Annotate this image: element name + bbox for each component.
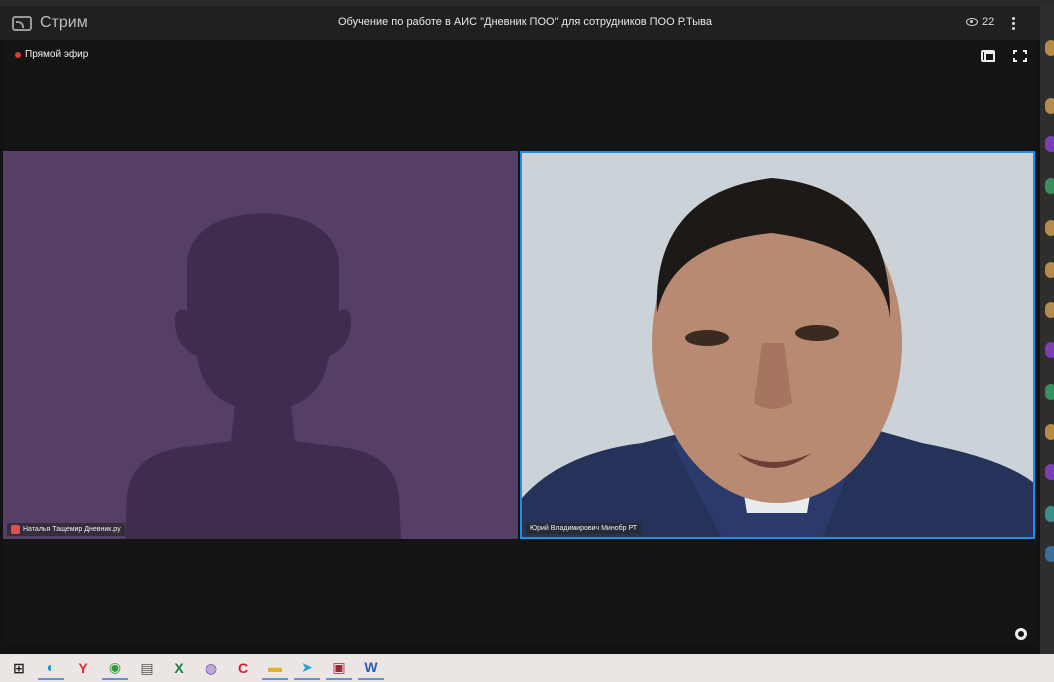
viewer-count: 22 [966,16,994,28]
avatar[interactable] [1045,220,1054,236]
windows-taskbar: ⊞ ◐ Y ◉ ▤ X ◍ C ▬ ➤ ▣ W [0,654,1054,682]
chrome-icon[interactable]: ◉ [102,656,128,680]
avatar[interactable] [1045,98,1054,114]
live-indicator: Прямой эфир [15,49,88,60]
avatar-placeholder-icon [125,213,401,539]
speaker-video [522,153,1033,537]
avatar[interactable] [1045,424,1054,440]
excel-icon[interactable]: X [166,656,192,680]
fullscreen-icon[interactable] [1013,50,1027,62]
participant-tile-placeholder[interactable]: Наталья Тащемир Дневник.ру [3,151,518,539]
picture-in-picture-icon[interactable] [981,50,995,62]
eye-icon [966,18,978,26]
video-stage: Прямой эфир Наталья Тащемир Дневник.ру Ю… [3,40,1037,644]
participants-sidebar [1040,6,1054,654]
avatar[interactable] [1045,384,1054,400]
winrar-icon[interactable]: ▣ [326,656,352,680]
stream-title: Обучение по работе в АИС "Дневник ПОО" д… [337,16,713,28]
stream-logo[interactable]: Стрим [12,14,88,32]
printer-icon[interactable]: ▤ [134,656,160,680]
yandex-icon[interactable]: Y [70,656,96,680]
avatar[interactable] [1045,40,1054,56]
participant-tile-video[interactable]: Юрий Владимирович Минобр РТ [520,151,1035,539]
avatar[interactable] [1045,546,1054,562]
telegram-icon[interactable]: ➤ [294,656,320,680]
avatar[interactable] [1045,262,1054,278]
stream-app: Стрим Обучение по работе в АИС "Дневник … [0,6,1040,654]
avatar[interactable] [1045,178,1054,194]
avatar[interactable] [1045,506,1054,522]
live-dot-icon [15,51,21,58]
avatar[interactable] [1045,302,1054,318]
avatar[interactable] [1045,342,1054,358]
word-icon[interactable]: W [358,656,384,680]
avatar[interactable] [1045,136,1054,152]
more-menu-icon[interactable] [1012,15,1016,32]
windows-icon[interactable]: ⊞ [6,656,32,680]
participant-name-tag: Юрий Владимирович Минобр РТ [526,523,642,534]
cast-icon [12,15,32,31]
avatar[interactable] [1045,464,1054,480]
mic-muted-icon [11,525,20,534]
logo-label: Стрим [40,14,88,31]
participant-name: Юрий Владимирович Минобр РТ [530,525,638,532]
live-label: Прямой эфир [25,49,89,60]
settings-gear-icon[interactable] [1015,628,1027,640]
participant-name-tag: Наталья Тащемир Дневник.ру [7,523,125,536]
explorer-icon[interactable]: ▬ [262,656,288,680]
participant-name: Наталья Тащемир Дневник.ру [23,526,121,533]
edge-icon[interactable]: ◐ [38,656,64,680]
ccleaner-icon[interactable]: C [230,656,256,680]
top-bar: Стрим Обучение по работе в АИС "Дневник … [0,6,1040,40]
viewer-count-value: 22 [982,16,995,28]
viber-icon[interactable]: ◍ [198,656,224,680]
